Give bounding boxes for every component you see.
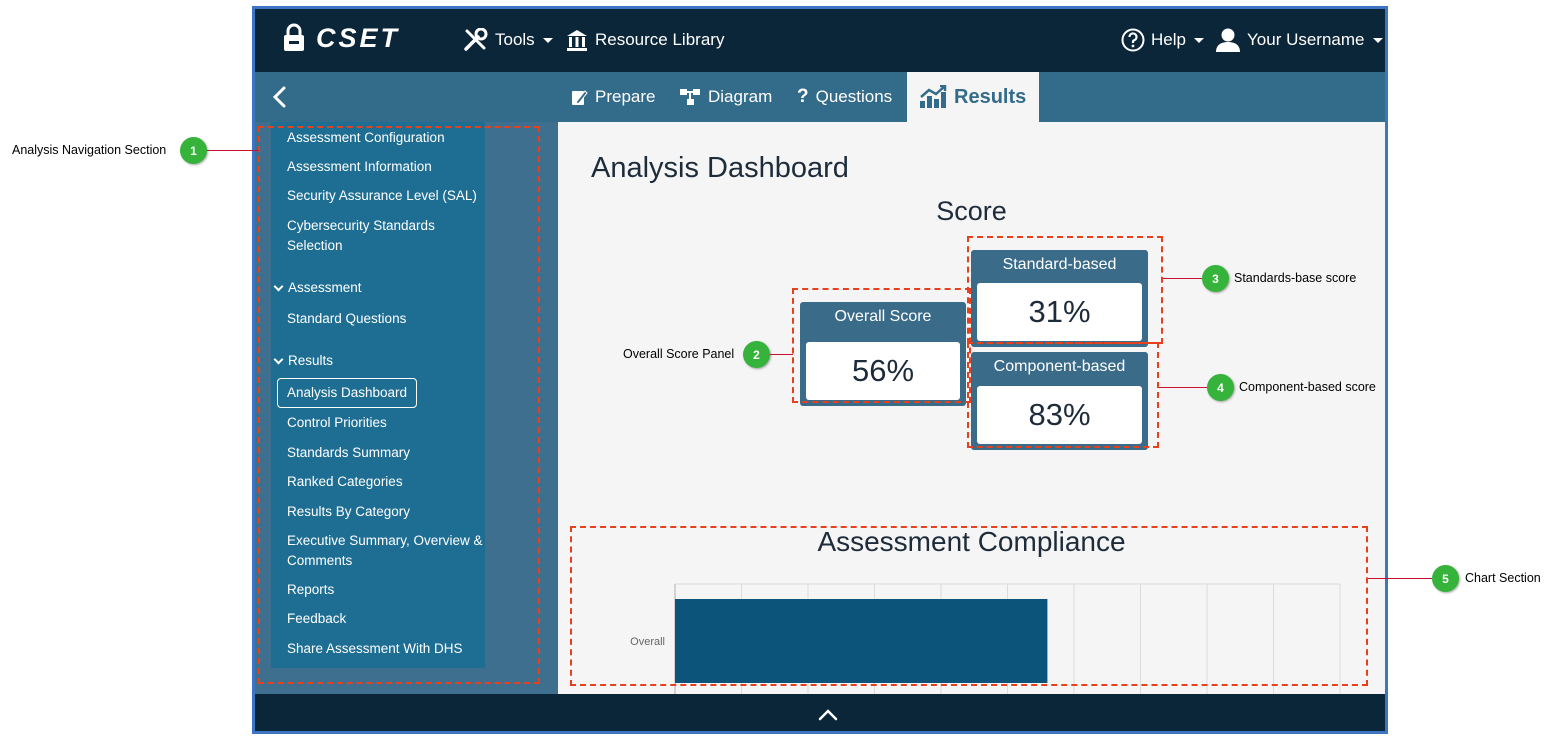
annotation-line-3 [1163, 278, 1202, 279]
chevron-down-icon [1372, 37, 1383, 43]
annotation-label-2: Overall Score Panel [623, 347, 735, 361]
annotation-label-1: Analysis Navigation Section [12, 143, 167, 157]
tools-label: Tools [495, 30, 535, 49]
clipboard-edit-icon [572, 90, 588, 105]
cset-logo[interactable]: CSET [282, 23, 400, 53]
lock-icon [284, 23, 304, 51]
tab-label: Questions [815, 87, 893, 106]
network-diagram-icon [680, 89, 700, 105]
question-mark-icon: ? [797, 86, 809, 107]
help-menu[interactable]: Help [1121, 25, 1204, 55]
page-title: Analysis Dashboard [591, 152, 849, 184]
annotation-box-component [967, 342, 1159, 448]
annotation-badge-3: 3 [1202, 265, 1229, 292]
tools-icon [464, 28, 488, 51]
username-label: Your Username [1247, 30, 1365, 49]
annotation-badge-5: 5 [1432, 565, 1459, 592]
chevron-left-icon[interactable] [269, 84, 291, 110]
annotation-label-3: Standards-base score [1234, 271, 1357, 285]
tab-diagram[interactable]: Diagram [667, 72, 784, 122]
annotation-badge-1: 1 [180, 137, 207, 164]
tab-results[interactable]: Results [907, 72, 1039, 122]
annotation-box-standard [967, 236, 1163, 344]
annotation-badge-4: 4 [1207, 374, 1234, 401]
footer-bar [255, 694, 1385, 731]
annotation-label-5: Chart Section [1465, 571, 1541, 585]
tools-menu[interactable]: Tools [463, 25, 553, 55]
annotation-line-1 [207, 150, 259, 151]
tab-label: Prepare [595, 87, 656, 106]
screenshot-stage: CSET Tools Resource Library Help Your Us… [0, 0, 1560, 742]
library-building-icon [567, 30, 587, 51]
resource-library-link[interactable]: Resource Library [565, 25, 724, 55]
chevron-down-icon [542, 37, 553, 43]
annotation-label-4: Component-based score [1239, 380, 1376, 394]
annotation-badge-2: 2 [743, 341, 770, 368]
user-menu[interactable]: Your Username [1215, 25, 1383, 55]
tab-label: Diagram [708, 87, 773, 106]
score-heading: Score [936, 196, 1007, 226]
chevron-down-icon [1193, 37, 1204, 43]
logo-text: CSET [316, 22, 401, 53]
help-label: Help [1151, 30, 1186, 49]
annotation-line-5 [1368, 578, 1432, 579]
resource-library-label: Resource Library [595, 30, 725, 49]
top-navbar: CSET Tools Resource Library Help Your Us… [255, 9, 1385, 72]
tab-prepare[interactable]: Prepare [558, 72, 667, 122]
chart-icon [920, 85, 947, 108]
tab-questions[interactable]: ? Questions [785, 72, 904, 122]
sub-navbar: Prepare Diagram ? Questions Results [255, 72, 1385, 122]
tab-label: Results [954, 85, 1027, 108]
annotation-box-overall [792, 288, 971, 403]
annotation-line-2 [770, 354, 793, 355]
help-circle-icon [1121, 28, 1145, 52]
chevron-up-icon[interactable] [817, 705, 839, 723]
user-icon [1216, 28, 1240, 52]
annotation-line-4 [1159, 387, 1207, 388]
annotation-box-chart [570, 526, 1368, 686]
annotation-box-navigation [258, 126, 540, 684]
